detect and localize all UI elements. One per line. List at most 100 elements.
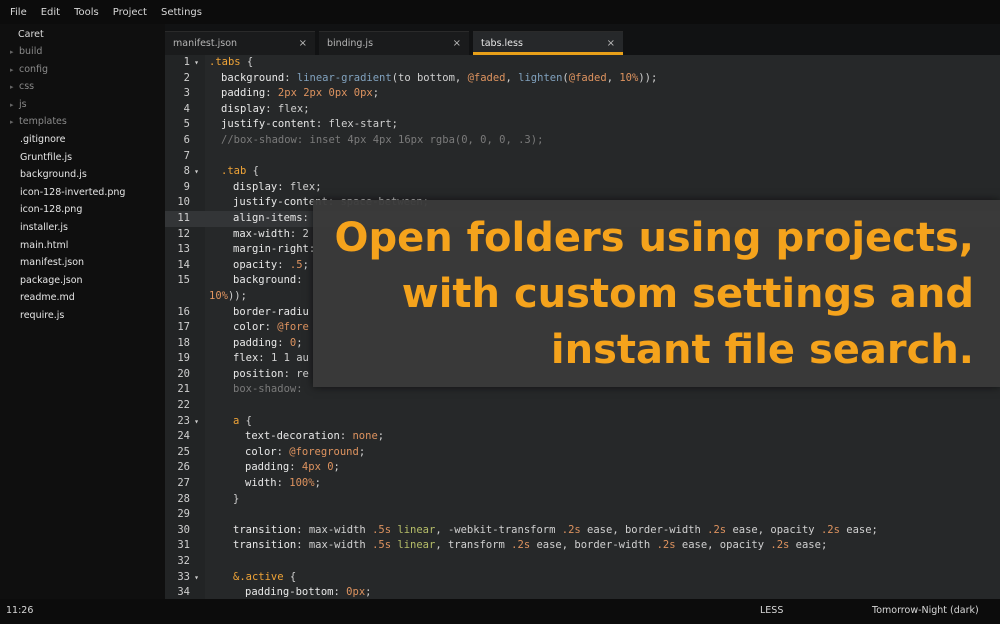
code-token: , — [606, 71, 620, 84]
code-token: position — [233, 367, 284, 380]
file-item[interactable]: background.js — [0, 166, 165, 184]
folder-caret-icon: ▸ — [10, 48, 14, 56]
code-line[interactable]: padding-bottom: 0px; — [205, 585, 1000, 599]
code-line[interactable]: justify-content: flex-start; — [205, 117, 1000, 133]
code-line[interactable] — [205, 398, 1000, 414]
folder-item[interactable]: ▸ templates — [0, 113, 165, 131]
theme-name[interactable]: Tomorrow-Night (dark) — [872, 605, 979, 616]
code-line[interactable]: text-decoration: none; — [205, 429, 1000, 445]
caret-editor-window: File Edit Tools Project Settings Caret ▸… — [0, 0, 1000, 624]
code-token: @foreground — [289, 445, 359, 458]
code-token: : — [277, 258, 290, 271]
close-icon[interactable]: × — [607, 32, 615, 56]
code-line[interactable]: padding: 4px 0; — [205, 460, 1000, 476]
file-label: Gruntfile.js — [20, 151, 73, 163]
folder-item[interactable]: ▸ config — [0, 61, 165, 79]
code-line[interactable]: .tabs { — [205, 55, 1000, 71]
code-token: , — [505, 71, 519, 84]
code-token: .5s — [372, 523, 392, 536]
code-token: { — [240, 56, 254, 68]
code-token: linear-gradient — [296, 71, 392, 84]
code-token: 100% — [289, 477, 315, 490]
syntax-mode[interactable]: LESS — [760, 605, 783, 616]
line-number: 34 — [177, 586, 190, 599]
file-label: .gitignore — [20, 133, 66, 145]
code-token: : — [277, 336, 290, 349]
line-number: 14 — [177, 258, 190, 271]
code-line[interactable]: a { — [205, 414, 1000, 430]
line-number: 7 — [183, 149, 190, 162]
file-item[interactable]: icon-128-inverted.png — [0, 184, 165, 202]
line-number: 13 — [177, 243, 190, 256]
callout-line-2: with custom settings and — [401, 271, 974, 317]
code-token: @fore — [277, 321, 309, 334]
line-number: 29 — [177, 508, 190, 521]
file-item[interactable]: readme.md — [0, 289, 165, 307]
file-item[interactable]: main.html — [0, 237, 165, 255]
code-line[interactable] — [205, 507, 1000, 523]
code-line[interactable]: transition: max-width .5s linear, transf… — [205, 538, 1000, 554]
code-line[interactable]: width: 100%; — [205, 476, 1000, 492]
tab-manifest-json[interactable]: manifest.json × — [165, 31, 315, 55]
menu-file[interactable]: File — [10, 7, 27, 18]
folder-item[interactable]: ▸ build — [0, 43, 165, 61]
close-icon[interactable]: × — [299, 32, 307, 56]
code-line[interactable]: } — [205, 492, 1000, 508]
file-item[interactable]: require.js — [0, 307, 165, 325]
code-token: 0px — [346, 586, 366, 599]
project-root[interactable]: Caret — [0, 28, 165, 43]
fold-caret-icon[interactable]: ▾ — [190, 414, 199, 430]
code-token: ; — [333, 461, 340, 474]
folder-label: config — [19, 63, 49, 75]
code-line[interactable]: //box-shadow: inset 4px 4px 16px rgba(0,… — [205, 133, 1000, 149]
fold-caret-icon[interactable]: ▾ — [190, 570, 199, 586]
folder-caret-icon: ▸ — [10, 118, 14, 127]
code-line[interactable]: .tab { — [205, 164, 1000, 180]
code-line[interactable]: &.active { — [205, 570, 1000, 586]
folder-label: js — [19, 98, 27, 110]
folder-item[interactable]: ▸ js — [0, 96, 165, 114]
menu-edit[interactable]: Edit — [41, 7, 60, 18]
menu-tools[interactable]: Tools — [74, 7, 99, 18]
file-item[interactable]: icon-128.png — [0, 201, 165, 219]
code-line[interactable]: background: linear-gradient(to bottom, @… — [205, 71, 1000, 87]
file-item[interactable]: .gitignore — [0, 131, 165, 149]
file-label: installer.js — [20, 221, 68, 233]
menu-project[interactable]: Project — [113, 7, 147, 18]
line-number: 18 — [177, 336, 190, 349]
menu-settings[interactable]: Settings — [161, 7, 202, 18]
file-label: main.html — [20, 239, 69, 251]
code-line[interactable]: color: @foreground; — [205, 445, 1000, 461]
code-token: border-radiu — [233, 305, 309, 318]
code-token: align-items — [233, 211, 303, 224]
code-line[interactable]: padding: 2px 2px 0px 0px; — [205, 86, 1000, 102]
code-token: { — [239, 414, 252, 427]
code-token: box-shadow — [233, 383, 297, 396]
folder-item[interactable]: ▸ css — [0, 78, 165, 96]
file-item[interactable]: Gruntfile.js — [0, 149, 165, 167]
code-line[interactable]: display: flex; — [205, 180, 1000, 196]
tab-binding-js[interactable]: binding.js × — [319, 31, 469, 55]
code-token: ; — [358, 445, 366, 458]
tab-tabs-less[interactable]: tabs.less × — [473, 31, 623, 55]
fold-caret-icon[interactable]: ▾ — [190, 55, 199, 71]
line-number: 2 — [183, 71, 190, 84]
code-line[interactable]: transition: max-width .5s linear, -webki… — [205, 523, 1000, 539]
line-number-gutter: 1 ▾ 2 3 4 5 6 7 8 ▾ 9 10 11 12 13 14 15 16 17 18 19 20 21 22 23 ▾… — [165, 55, 205, 599]
code-token: , transform — [435, 539, 512, 552]
file-item[interactable]: manifest.json — [0, 254, 165, 272]
code-line[interactable] — [205, 554, 1000, 570]
file-item[interactable]: installer.js — [0, 219, 165, 237]
close-icon[interactable]: × — [453, 32, 461, 56]
code-token: : 1 1 au — [258, 352, 309, 365]
code-token: : — [296, 383, 303, 396]
code-line[interactable] — [205, 149, 1000, 165]
line-number: 30 — [177, 523, 190, 536]
file-item[interactable]: package.json — [0, 272, 165, 290]
line-number: 33 ▾ — [165, 570, 205, 586]
code-line[interactable]: display: flex; — [205, 102, 1000, 118]
line-number: 11 — [165, 210, 205, 227]
fold-caret-icon[interactable]: ▾ — [190, 164, 199, 180]
code-token: .2s — [770, 539, 790, 552]
line-number: 23 ▾ — [165, 414, 205, 430]
